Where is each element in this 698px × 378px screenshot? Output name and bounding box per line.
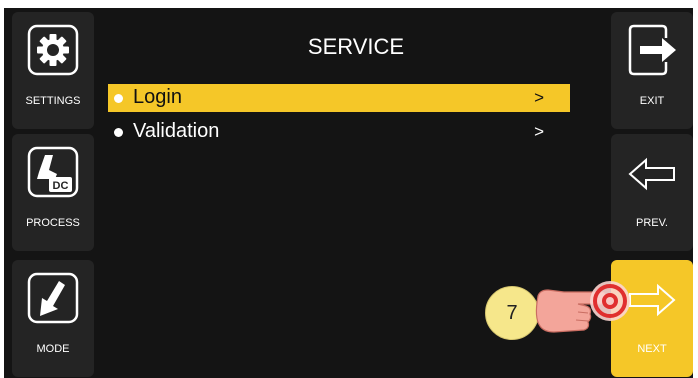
exit-button[interactable]: EXIT — [611, 12, 693, 129]
exit-label: EXIT — [639, 95, 665, 107]
process-button[interactable]: DC PROCESS — [12, 134, 94, 251]
menu-item-label: Login — [133, 86, 182, 108]
chevron-right-icon: > — [534, 88, 544, 107]
settings-button[interactable]: SETTINGS — [12, 12, 94, 129]
chevron-right-icon: > — [534, 122, 544, 141]
menu-item-validation[interactable]: Validation > — [108, 118, 570, 146]
prev-button[interactable]: PREV. — [611, 134, 693, 251]
exit-arrow-icon — [626, 24, 678, 76]
process-label: PROCESS — [26, 217, 80, 229]
mode-label: MODE — [36, 343, 70, 355]
menu-item-label: Validation — [133, 120, 220, 142]
next-label: NEXT — [637, 343, 667, 355]
dc-torch-icon: DC — [27, 146, 79, 198]
gear-icon — [27, 24, 79, 76]
page-title: SERVICE — [307, 34, 405, 59]
prev-label: PREV. — [635, 217, 668, 229]
left-arrow-icon — [626, 148, 678, 200]
pointing-hand-icon — [535, 281, 630, 333]
menu-item-login[interactable]: Login > — [108, 84, 570, 112]
settings-label: SETTINGS — [25, 95, 81, 107]
dc-icon-text: DC — [53, 180, 69, 192]
mode-arrow-icon — [27, 272, 79, 324]
mode-button[interactable]: MODE — [12, 260, 94, 377]
bullet-icon — [114, 128, 123, 137]
bullet-icon — [114, 94, 123, 103]
